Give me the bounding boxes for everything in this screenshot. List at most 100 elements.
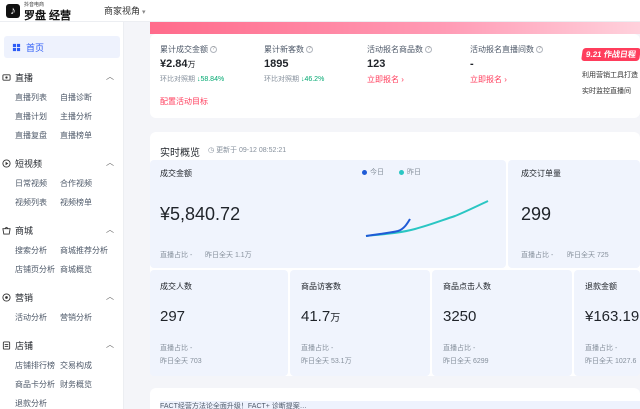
sidebar-group-label: 短视频 bbox=[15, 159, 43, 169]
compare-value: ↓46.2% bbox=[300, 76, 325, 83]
sidebar-group-mall[interactable]: 商城 ︿ bbox=[2, 224, 114, 237]
yesterday-line bbox=[365, 200, 489, 237]
sidebar-item[interactable]: 活动分析 bbox=[15, 312, 47, 323]
sidebar-item[interactable]: 搜索分析 bbox=[15, 245, 47, 256]
today-line bbox=[365, 218, 411, 237]
sidebar-item[interactable]: 店铺排行榜 bbox=[15, 360, 55, 371]
sidebar-item[interactable]: 商城概览 bbox=[60, 264, 92, 275]
activity-banner bbox=[150, 22, 640, 34]
metric-sub: 昨日全天 53.1万 bbox=[301, 358, 352, 365]
metric-sub: 直播占比 - bbox=[301, 345, 334, 352]
sidebar-item[interactable]: 交易构成 bbox=[60, 360, 92, 371]
metric-sub: 直播占比 - bbox=[160, 345, 193, 352]
sidebar-group-label: 营销 bbox=[15, 293, 34, 303]
sidebar-item[interactable]: 店铺页分析 bbox=[15, 264, 55, 275]
metric-value: 297 bbox=[160, 308, 186, 325]
sidebar-item[interactable]: 直播列表 bbox=[15, 92, 47, 103]
metric-label: 成交订单量 bbox=[521, 169, 561, 178]
live-icon bbox=[2, 74, 11, 81]
metric-label: 成交人数 bbox=[160, 282, 192, 291]
gmv-trend-chart bbox=[365, 200, 489, 237]
sidebar-item[interactable]: 视频列表 bbox=[15, 197, 47, 208]
promo-panel[interactable]: 9.21 作战日程 利用营销工具打造 实时监控直播间 bbox=[581, 44, 640, 114]
metric-sub: 昨日全天 1027.6 bbox=[585, 358, 637, 365]
marketing-icon bbox=[2, 293, 11, 302]
metric-value: ¥5,840.72 bbox=[160, 204, 241, 224]
update-time: ◷ 更新于 09-12 08:52:21 bbox=[208, 145, 286, 155]
stat-activity-rooms: 活动报名直播间数? - 立即报名 › bbox=[470, 44, 543, 85]
metric-sub: 昨日全天 703 bbox=[160, 358, 202, 365]
metric-sub: 昨日全天 6299 bbox=[443, 358, 489, 365]
help-icon[interactable]: ? bbox=[306, 46, 313, 54]
stat-label: 累计成交金额 bbox=[160, 45, 208, 54]
metric-value: 3250 bbox=[443, 308, 477, 325]
logo-subtitle: 抖音电商 bbox=[24, 2, 45, 8]
legend-yesterday: 昨日 bbox=[399, 167, 421, 177]
stat-value: ¥2.84 bbox=[160, 58, 188, 70]
sidebar-item[interactable]: 合作视频 bbox=[60, 178, 92, 189]
role-label: 商家视角 bbox=[104, 6, 141, 16]
sidebar-item[interactable]: 退款分析 bbox=[15, 398, 47, 409]
metric-label: 成交金额 bbox=[160, 169, 192, 178]
legend-today: 今日 bbox=[362, 167, 384, 177]
stat-label: 活动报名商品数 bbox=[367, 45, 423, 54]
metric-sub: 直播占比 - bbox=[443, 345, 476, 352]
sidebar-group-label: 商城 bbox=[15, 226, 34, 236]
notice-bar[interactable]: FACT经营方法论全面升级！FACT+ 诊断提案… bbox=[160, 401, 640, 409]
help-icon[interactable]: ? bbox=[536, 46, 543, 54]
sidebar-group-label: 直播 bbox=[15, 73, 34, 83]
sidebar-item[interactable]: 自播诊断 bbox=[60, 92, 92, 103]
register-link[interactable]: 立即报名 › bbox=[367, 75, 404, 84]
stat-total-gmv: 累计成交金额? ¥2.84万 环比对照期 ↓58.84% bbox=[160, 44, 224, 84]
metric-sub: 直播占比 - bbox=[160, 252, 193, 259]
sidebar-item[interactable]: 直播计划 bbox=[15, 111, 47, 122]
home-icon bbox=[12, 43, 21, 51]
stat-value: 1895 bbox=[264, 58, 289, 70]
register-link[interactable]: 立即报名 › bbox=[470, 75, 507, 84]
stat-unit: 万 bbox=[187, 60, 196, 69]
stat-new-customers: 累计新客数? 1895 环比对照期 ↓46.2% bbox=[264, 44, 324, 84]
sidebar-group-shop[interactable]: 店铺 ︿ bbox=[2, 339, 114, 352]
metric-value: 41.7万 bbox=[301, 308, 340, 325]
legend-dot bbox=[399, 169, 404, 175]
metric-value: ¥163.19 bbox=[585, 308, 640, 325]
sidebar-item[interactable]: 视频榜单 bbox=[60, 197, 92, 208]
clock-icon: ◷ bbox=[208, 147, 215, 154]
sidebar-item[interactable]: 商品卡分析 bbox=[15, 379, 55, 390]
sidebar-item-home[interactable]: 首页 bbox=[4, 36, 120, 58]
metric-label: 商品点击人数 bbox=[443, 282, 491, 291]
section-title: 实时概览 bbox=[160, 148, 200, 159]
metric-sub: 昨日全天 725 bbox=[567, 252, 609, 259]
help-icon[interactable]: ? bbox=[210, 46, 217, 54]
sidebar-item[interactable]: 日常视频 bbox=[15, 178, 47, 189]
compare-label: 环比对照期 bbox=[264, 76, 299, 83]
sidebar-item[interactable]: 营销分析 bbox=[60, 312, 92, 323]
chevron-up-icon: ︿ bbox=[106, 225, 114, 234]
help-icon[interactable]: ? bbox=[425, 46, 432, 54]
role-switcher[interactable]: 商家视角 ▾ bbox=[104, 4, 146, 17]
stat-label: 活动报名直播间数 bbox=[470, 45, 534, 54]
sidebar-item[interactable]: 财务概览 bbox=[60, 379, 92, 390]
promo-line: 实时监控直播间 bbox=[582, 88, 631, 95]
sidebar-item[interactable]: 直播复盘 bbox=[15, 130, 47, 141]
compare-label: 环比对照期 bbox=[160, 76, 195, 83]
mall-icon bbox=[2, 226, 11, 235]
chevron-down-icon: ▾ bbox=[142, 9, 146, 16]
metric-sub: 直播占比 - bbox=[585, 345, 618, 352]
sidebar-item[interactable]: 主播分析 bbox=[60, 111, 92, 122]
update-time-text: 更新于 09-12 08:52:21 bbox=[216, 147, 287, 154]
compare-value: ↓58.84% bbox=[196, 76, 225, 83]
configure-goal-link[interactable]: 配置活动目标 bbox=[160, 96, 208, 107]
sidebar-item[interactable]: 直播榜单 bbox=[60, 130, 92, 141]
sidebar-item[interactable]: 商城推荐分析 bbox=[60, 245, 108, 256]
stat-activity-products: 活动报名商品数? 123 立即报名 › bbox=[367, 44, 432, 85]
logo[interactable]: ♪ 抖音电商 罗盘 经营 bbox=[6, 1, 71, 22]
metric-value: 299 bbox=[521, 204, 552, 224]
sidebar-group-marketing[interactable]: 营销 ︿ bbox=[2, 291, 114, 304]
sidebar-group-live[interactable]: 直播 ︿ bbox=[2, 71, 114, 84]
sidebar-group-video[interactable]: 短视频 ︿ bbox=[2, 157, 114, 170]
top-bar: ♪ 抖音电商 罗盘 经营 商家视角 ▾ bbox=[0, 0, 640, 22]
metric-sub: 昨日全天 1.1万 bbox=[205, 252, 252, 259]
stat-value: - bbox=[470, 58, 474, 70]
metric-label: 退款金额 bbox=[585, 282, 617, 291]
